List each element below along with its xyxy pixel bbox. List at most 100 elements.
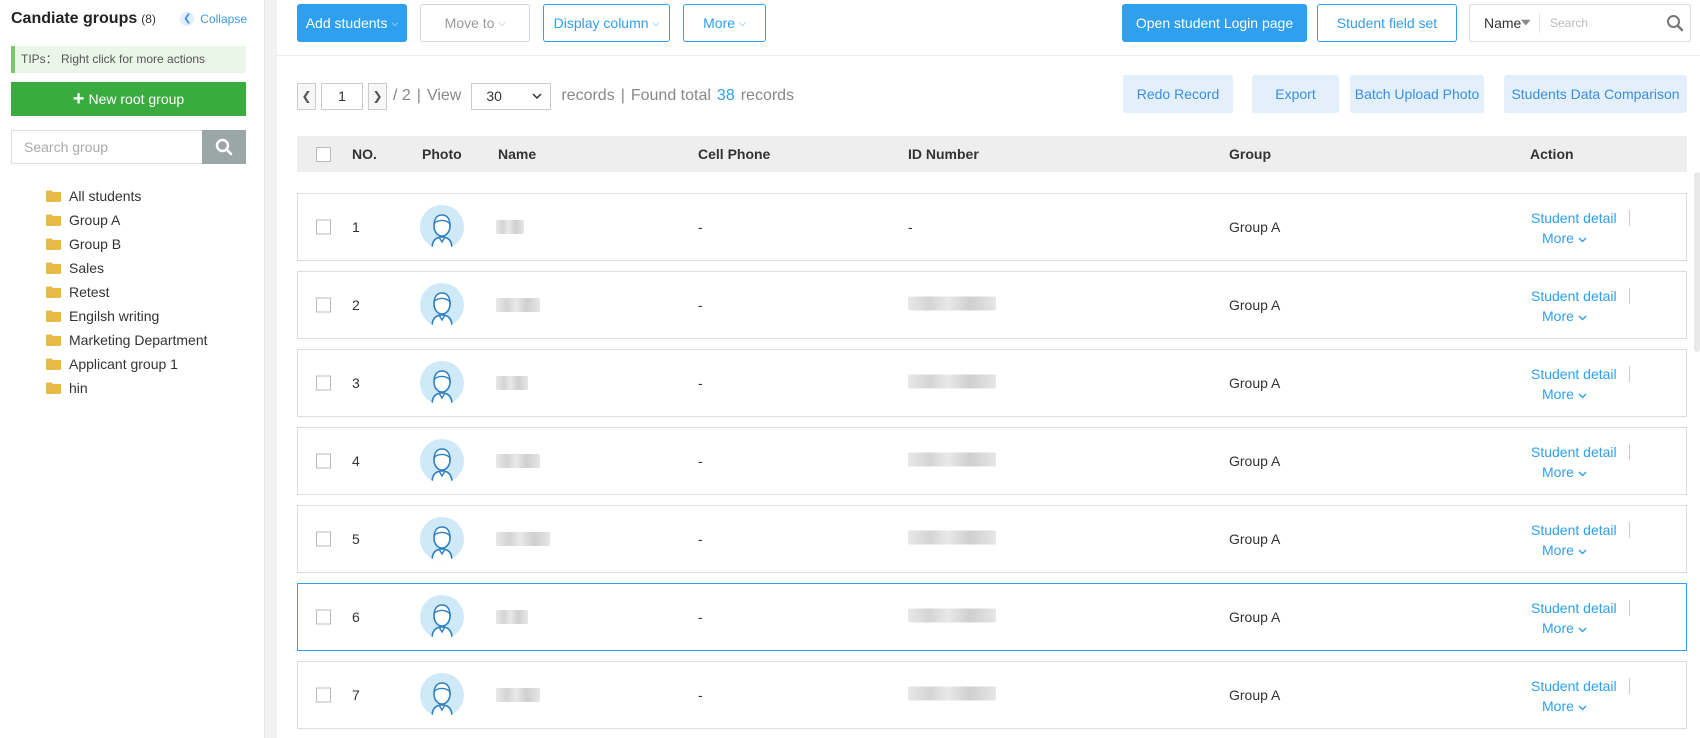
student-search-button[interactable]	[1660, 14, 1690, 32]
table-row[interactable]: 1 - - Group A Student detail More	[297, 193, 1687, 261]
table-scrollbar[interactable]	[1694, 172, 1700, 352]
move-to-button[interactable]: Move to ⌵	[420, 4, 530, 42]
chevron-down-icon	[1578, 393, 1587, 399]
row-checkbox[interactable]	[316, 375, 331, 391]
action-separator	[1629, 444, 1630, 460]
student-avatar-icon	[431, 370, 453, 405]
row-checkbox[interactable]	[316, 687, 331, 703]
row-checkbox[interactable]	[316, 609, 331, 625]
row-checkbox[interactable]	[316, 297, 331, 313]
group-item[interactable]: Retest	[46, 280, 208, 304]
id-number	[908, 374, 996, 392]
id-number-redacted	[908, 374, 996, 389]
table-row[interactable]: 3 - Group A Student detail More	[297, 349, 1687, 417]
display-column-label: Display column	[553, 15, 649, 31]
header-group: Group	[1229, 146, 1271, 162]
row-more-button[interactable]: More	[1542, 698, 1587, 714]
row-more-button[interactable]: More	[1542, 308, 1587, 324]
table-row[interactable]: 7 - Group A Student detail More	[297, 661, 1687, 729]
row-more-button[interactable]: More	[1542, 230, 1587, 246]
student-name-redacted	[496, 532, 550, 546]
cell-phone: -	[698, 219, 703, 235]
collapse-button[interactable]: ❮ Collapse	[180, 12, 247, 26]
group-item[interactable]: Sales	[46, 256, 208, 280]
more-button[interactable]: More ⌵	[683, 4, 766, 42]
row-number: 4	[352, 453, 360, 469]
student-detail-link[interactable]: Student detail	[1531, 366, 1617, 382]
table-row[interactable]: 2 - Group A Student detail More	[297, 271, 1687, 339]
id-number	[908, 452, 996, 470]
select-all-checkbox[interactable]	[316, 146, 331, 162]
separator: |	[416, 87, 421, 104]
caret-down-icon	[1521, 19, 1531, 26]
group-item[interactable]: Applicant group 1	[46, 352, 208, 376]
group-item-label: Marketing Department	[69, 332, 208, 348]
student-detail-link[interactable]: Student detail	[1531, 522, 1617, 538]
batch-upload-photo-button[interactable]: Batch Upload Photo	[1350, 75, 1484, 113]
main-panel: Add students ⌵ Move to ⌵ Display column ⌵ M…	[277, 0, 1700, 738]
action-separator	[1629, 210, 1630, 226]
redo-record-button[interactable]: Redo Record	[1123, 75, 1233, 113]
row-more-button[interactable]: More	[1542, 542, 1587, 558]
row-checkbox[interactable]	[316, 219, 331, 235]
student-search-input[interactable]	[1540, 16, 1660, 30]
row-checkbox[interactable]	[316, 531, 331, 547]
folder-icon	[46, 190, 61, 202]
display-column-button[interactable]: Display column ⌵	[543, 4, 670, 42]
table-row[interactable]: 4 - Group A Student detail More	[297, 427, 1687, 495]
prev-page-button[interactable]: ❮	[297, 82, 316, 110]
search-field-select[interactable]: Name	[1470, 13, 1540, 33]
cell-phone: -	[698, 531, 703, 547]
next-page-button[interactable]: ❯	[368, 82, 387, 110]
open-login-page-button[interactable]: Open student Login page	[1122, 4, 1307, 42]
row-actions: Student detail More	[1531, 444, 1651, 480]
found-total-count: 38	[716, 87, 735, 104]
group-item[interactable]: hin	[46, 376, 208, 400]
student-name-redacted	[496, 454, 540, 468]
row-checkbox[interactable]	[316, 453, 331, 469]
students-data-comparison-button[interactable]: Students Data Comparison	[1504, 75, 1687, 113]
student-avatar	[420, 205, 464, 249]
sidebar-splitter[interactable]	[268, 0, 276, 738]
student-detail-link[interactable]: Student detail	[1531, 600, 1617, 616]
toolbar: Add students ⌵ Move to ⌵ Display column ⌵ M…	[277, 0, 1700, 56]
cell-phone: -	[698, 453, 703, 469]
header-action: Action	[1530, 146, 1574, 162]
group-item[interactable]: Group B	[46, 232, 208, 256]
action-separator	[1629, 600, 1630, 616]
student-detail-link[interactable]: Student detail	[1531, 288, 1617, 304]
add-students-button[interactable]: Add students ⌵	[297, 4, 407, 42]
page-size-select[interactable]: 30	[471, 82, 552, 110]
group-item[interactable]: Marketing Department	[46, 328, 208, 352]
group-item[interactable]: All students	[46, 184, 208, 208]
group-name: Group A	[1229, 453, 1281, 469]
new-root-group-button[interactable]: + New root group	[11, 82, 246, 116]
collapse-label: Collapse	[200, 12, 247, 26]
header-cell-phone: Cell Phone	[698, 146, 771, 162]
student-detail-link[interactable]: Student detail	[1531, 678, 1617, 694]
id-number	[908, 686, 996, 704]
group-item[interactable]: Group A	[46, 208, 208, 232]
group-item[interactable]: Engilsh writing	[46, 304, 208, 328]
row-more-button[interactable]: More	[1542, 464, 1587, 480]
row-number: 2	[352, 297, 360, 313]
student-detail-link[interactable]: Student detail	[1531, 444, 1617, 460]
page-number-input[interactable]	[321, 82, 363, 110]
sidebar-title: Candiate groups	[11, 10, 138, 27]
table-row[interactable]: 5 - Group A Student detail More	[297, 505, 1687, 573]
export-button[interactable]: Export	[1252, 75, 1339, 113]
row-actions: Student detail More	[1531, 600, 1651, 636]
group-name: Group A	[1229, 609, 1281, 625]
student-detail-link[interactable]: Student detail	[1531, 210, 1617, 226]
group-search-input[interactable]	[11, 130, 202, 164]
row-more-button[interactable]: More	[1542, 620, 1587, 636]
group-item-label: All students	[69, 188, 142, 204]
student-avatar	[420, 439, 464, 483]
group-search-button[interactable]	[202, 130, 246, 164]
student-field-set-button[interactable]: Student field set	[1317, 4, 1457, 42]
table-row[interactable]: 6 - Group A Student detail More	[297, 583, 1687, 651]
row-more-button[interactable]: More	[1542, 386, 1587, 402]
student-avatar-icon	[431, 526, 453, 561]
student-avatar	[420, 517, 464, 561]
row-actions: Student detail More	[1531, 522, 1651, 558]
